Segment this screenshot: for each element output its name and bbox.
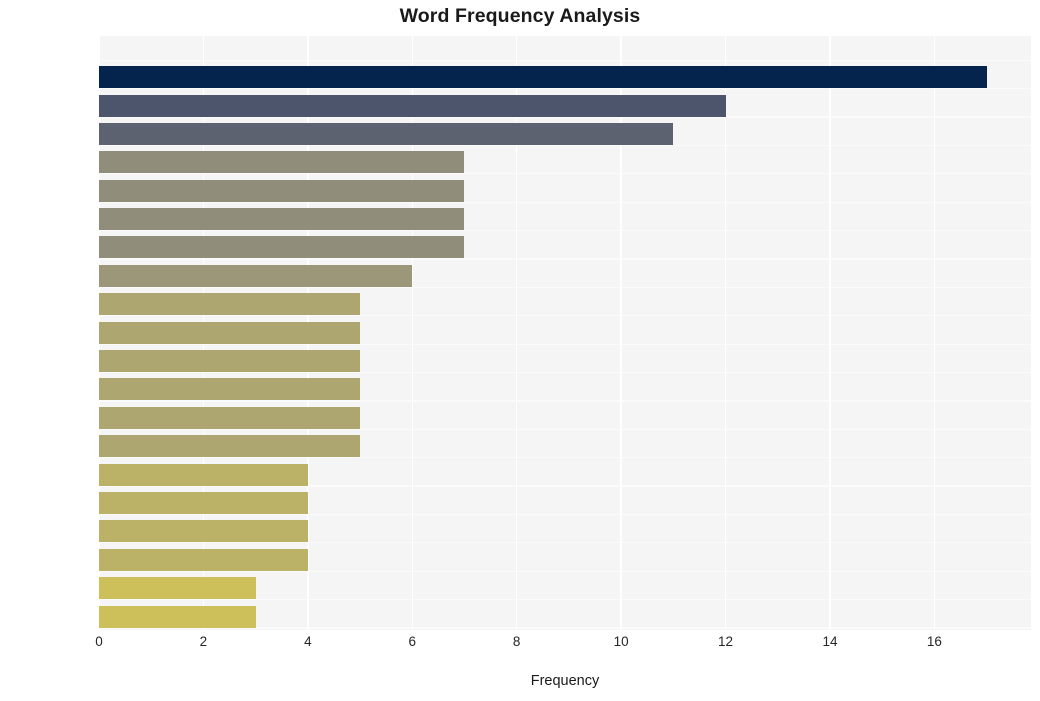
bar-islands[interactable] [99,122,674,145]
x-tick-label-4: 4 [304,634,312,649]
bar-claim[interactable] [99,236,465,259]
bar-row[interactable] [99,177,1031,205]
bar-report[interactable] [99,350,361,373]
bar-hoang[interactable] [99,520,308,543]
bar-hospital[interactable] [99,293,361,316]
x-tick-label-10: 10 [613,634,629,649]
bar-ministry[interactable] [99,378,361,401]
x-tick-label-2: 2 [199,634,208,649]
bar-row[interactable] [99,205,1031,233]
chart-figure: Word Frequency Analysis chinavietnamisla… [0,0,1040,701]
bar-sea[interactable] [99,321,361,344]
bar-chinas[interactable] [99,463,308,486]
bar-row[interactable] [99,347,1031,375]
bar-row[interactable] [99,432,1031,460]
bar-central[interactable] [99,577,256,600]
plot-area [98,36,1031,630]
x-tick-label-8: 8 [512,634,521,649]
bar-row[interactable] [99,460,1031,488]
bar-row[interactable] [99,489,1031,517]
bar-television[interactable] [99,605,256,628]
x-tick-label-12: 12 [718,634,734,649]
bar-row[interactable] [99,233,1031,261]
x-tick-label-0: 0 [95,634,103,649]
bar-row[interactable] [99,375,1031,403]
page-title: Word Frequency Analysis [399,5,641,27]
bar-chinese[interactable] [99,435,361,458]
bar-vietnam[interactable] [99,94,726,117]
bar-row[interactable] [99,148,1031,176]
bar-row[interactable] [99,318,1031,346]
bar-row[interactable] [99,91,1031,119]
bar-row[interactable] [99,120,1031,148]
row-separator [99,59,1031,61]
bar-china[interactable] [99,66,987,89]
bar-foreign[interactable] [99,406,361,429]
bar-row[interactable] [99,546,1031,574]
bar-row[interactable] [99,63,1031,91]
bar-row[interactable] [99,262,1031,290]
bar-viet[interactable] [99,491,308,514]
x-tick-label-14: 14 [822,634,838,649]
bar-row[interactable] [99,404,1031,432]
bar-row[interactable] [99,517,1031,545]
x-tick-label-6: 6 [408,634,417,649]
x-tick-label-16: 16 [926,634,942,649]
bar-row[interactable] [99,290,1031,318]
bar-continue[interactable] [99,548,308,571]
bar-row[interactable] [99,602,1031,630]
bar-ship[interactable] [99,151,465,174]
bar-paracels[interactable] [99,179,465,202]
x-axis-label: Frequency [530,673,600,689]
bar-row[interactable] [99,574,1031,602]
bar-south[interactable] [99,208,465,231]
bar-sovereignty[interactable] [99,264,413,287]
